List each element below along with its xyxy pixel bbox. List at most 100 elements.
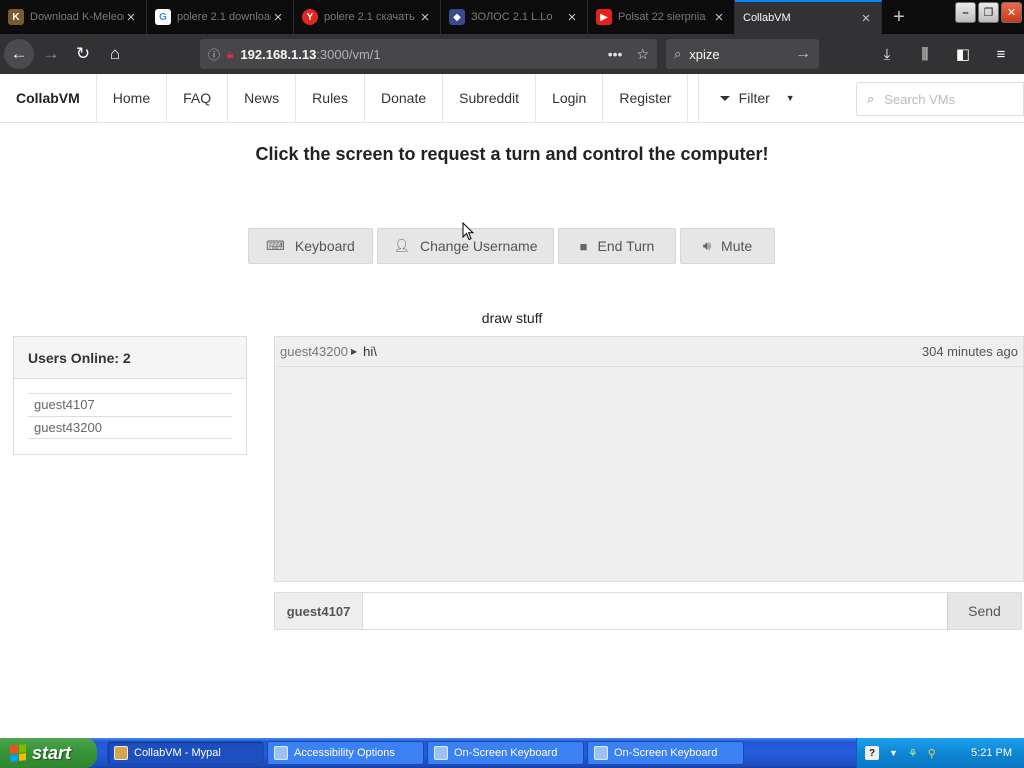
yandex-icon: Y: [302, 9, 318, 25]
tab-title: Download K-Meleon: [30, 11, 124, 23]
close-tab-icon[interactable]: ×: [565, 9, 579, 26]
close-tab-icon[interactable]: ×: [859, 10, 873, 27]
taskbar-item-label: On-Screen Keyboard: [614, 747, 718, 759]
end-turn-button[interactable]: ■ End Turn: [558, 228, 676, 264]
sidebar-icon[interactable]: ◧: [948, 39, 978, 69]
taskbar-item[interactable]: Accessibility Options: [267, 741, 424, 765]
tab-title: polere 2.1 download: [177, 11, 271, 23]
user-list-item[interactable]: guest4107: [28, 393, 232, 416]
user-icon: 👤︎: [393, 238, 410, 253]
nav-faq[interactable]: FAQ: [167, 74, 229, 122]
reload-icon[interactable]: ↻: [68, 39, 98, 69]
network-icon[interactable]: ⚘: [908, 747, 918, 760]
close-tab-icon[interactable]: ×: [124, 9, 138, 26]
windows-flag-icon: [10, 744, 26, 762]
keyboard-label: Keyboard: [294, 238, 355, 254]
search-icon: ⌕: [674, 46, 682, 61]
restore-icon[interactable]: ❐: [978, 2, 999, 23]
kmeleon-icon: K: [8, 9, 24, 25]
insecure-lock-icon[interactable]: 🔒︎: [227, 47, 233, 62]
browser-tab[interactable]: ◆ ЗОЛОС 2.1 L.Lo ×: [441, 0, 588, 34]
chat-log[interactable]: guest43200 ▶ hi\ 304 minutes ago: [274, 336, 1024, 582]
browser-tab[interactable]: G polere 2.1 download ×: [147, 0, 294, 34]
chevron-down-icon[interactable]: ▼: [889, 748, 898, 758]
menu-icon[interactable]: ≡: [986, 39, 1016, 69]
downloads-icon[interactable]: ⤓: [872, 39, 902, 69]
close-window-icon[interactable]: ✕: [1001, 2, 1022, 23]
user-list: guest4107 guest43200: [28, 393, 232, 439]
browser-tab[interactable]: K Download K-Meleon ×: [0, 0, 147, 34]
filter-dropdown[interactable]: ⏷ Filter ▼: [698, 74, 816, 122]
screen: K Download K-Meleon × G polere 2.1 downl…: [0, 0, 1024, 768]
library-icon[interactable]: ⫼: [910, 39, 940, 69]
taskbar-buttons: CollabVM - Mypal Accessibility Options O…: [107, 741, 744, 765]
nav-register[interactable]: Register: [603, 74, 689, 122]
nav-home[interactable]: Home: [97, 74, 168, 122]
browser-search-box[interactable]: ⌕ xpize →: [666, 39, 819, 69]
home-icon[interactable]: ⌂: [100, 39, 130, 69]
brand-logo[interactable]: CollabVM: [0, 74, 97, 122]
taskbar-item[interactable]: On-Screen Keyboard: [587, 741, 744, 765]
chat-input-group: guest4107 Send: [274, 592, 1022, 630]
users-online-panel: Users Online: 2 guest4107 guest43200: [13, 336, 247, 455]
magnifier-icon[interactable]: ⚲: [928, 747, 936, 760]
end-turn-label: End Turn: [597, 238, 655, 254]
youtube-icon: ▶: [596, 9, 612, 25]
nav-rules[interactable]: Rules: [296, 74, 365, 122]
mute-button[interactable]: 🔊︎ Mute: [680, 228, 775, 264]
close-tab-icon[interactable]: ×: [271, 9, 285, 26]
search-go-icon[interactable]: →: [795, 45, 811, 63]
start-button[interactable]: start: [0, 738, 97, 768]
forward-icon[interactable]: →: [36, 39, 66, 69]
turn-prompt[interactable]: Click the screen to request a turn and c…: [0, 144, 1024, 165]
nav-news[interactable]: News: [228, 74, 297, 122]
help-icon[interactable]: ?: [865, 746, 879, 760]
send-button[interactable]: Send: [947, 593, 1021, 629]
page-actions-icon[interactable]: •••: [608, 46, 623, 63]
close-tab-icon[interactable]: ×: [418, 9, 432, 26]
browser-tab-strip: K Download K-Meleon × G polere 2.1 downl…: [0, 0, 1024, 34]
url-bar[interactable]: ⓘ 🔒︎ 192.168.1.13 :3000/vm/1 ••• ☆: [200, 39, 657, 69]
back-icon[interactable]: ←: [4, 39, 34, 69]
change-username-label: Change Username: [420, 238, 538, 254]
chat-message-text: hi\: [363, 344, 377, 359]
tab-title: polere 2.1 скачать: [324, 11, 415, 23]
vm-search-input[interactable]: ⌕ Search VMs: [856, 82, 1024, 116]
chat-input[interactable]: [363, 593, 947, 629]
chat-message: guest43200 ▶ hi\ 304 minutes ago: [275, 337, 1023, 367]
user-list-item[interactable]: guest43200: [28, 416, 232, 439]
chat-message-user: guest43200: [280, 344, 348, 359]
stop-icon: ■: [579, 238, 588, 254]
system-tray: ? ▼ ⚘ ⚲ 5:21 PM: [856, 738, 1024, 768]
browser-tab[interactable]: ▶ Polsat 22 sierpnia ×: [588, 0, 735, 34]
caret-down-icon: ▼: [785, 93, 795, 103]
nav-donate[interactable]: Donate: [365, 74, 444, 122]
site-navbar: CollabVM Home FAQ News Rules Donate Subr…: [0, 74, 1024, 123]
nav-login[interactable]: Login: [536, 74, 604, 122]
chat-message-time: 304 minutes ago: [921, 344, 1018, 359]
keyboard-icon: [434, 746, 448, 760]
chat-username-label: guest4107: [275, 593, 363, 629]
url-host: 192.168.1.13: [240, 46, 317, 62]
taskbar-item[interactable]: CollabVM - Mypal: [107, 741, 264, 765]
close-tab-icon[interactable]: ×: [712, 9, 726, 26]
taskbar-item[interactable]: On-Screen Keyboard: [427, 741, 584, 765]
taskbar-item-label: On-Screen Keyboard: [454, 747, 558, 759]
browser-tab-active[interactable]: CollabVM ×: [735, 0, 882, 34]
accessibility-icon: [274, 746, 288, 760]
tab-title: Polsat 22 sierpnia: [618, 11, 706, 23]
tab-title: CollabVM: [743, 12, 791, 24]
browser-tab[interactable]: Y polere 2.1 скачать ×: [294, 0, 441, 34]
site-icon: ◆: [449, 9, 465, 25]
url-path: :3000/vm/1: [316, 46, 381, 62]
keyboard-button[interactable]: ⌨ Keyboard: [248, 228, 373, 264]
mypal-icon: [114, 746, 128, 760]
bookmark-star-icon[interactable]: ☆: [636, 46, 649, 63]
nav-subreddit[interactable]: Subreddit: [443, 74, 537, 122]
minimize-icon[interactable]: –: [955, 2, 976, 23]
new-tab-icon[interactable]: +: [882, 0, 916, 34]
info-icon[interactable]: ⓘ: [208, 46, 220, 63]
search-value: xpize: [689, 46, 720, 62]
taskbar-item-label: Accessibility Options: [294, 747, 395, 759]
filter-icon: ⏷: [719, 89, 731, 106]
